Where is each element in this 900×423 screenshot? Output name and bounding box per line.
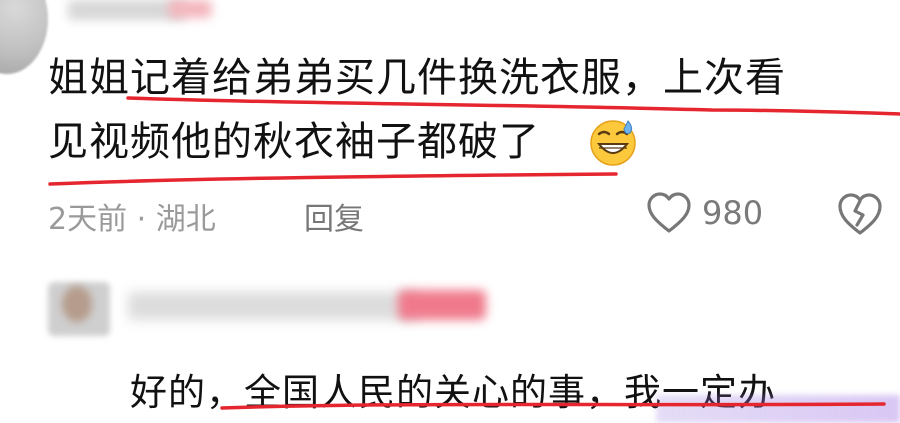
comment-text-line-2: 见视频他的秋衣袖子都破了	[48, 119, 540, 165]
reply-button[interactable]: 回复	[304, 194, 364, 238]
underline-2	[48, 172, 618, 186]
avatar-face	[62, 286, 92, 322]
heart-icon[interactable]	[646, 191, 692, 235]
blurred-user-badge	[168, 0, 212, 18]
comment-meta: 2天前 · 湖北	[48, 202, 216, 237]
blurred-username[interactable]	[128, 292, 418, 320]
watermark	[656, 395, 900, 423]
comment-text-line-1: 姐姐记着给弟弟买几件换洗衣服，上次看	[48, 55, 786, 101]
like-count: 980	[702, 194, 764, 232]
grinning-sweat-emoji-icon	[590, 120, 636, 166]
avatar[interactable]	[0, 0, 48, 74]
blurred-user-badge	[398, 290, 486, 320]
broken-heart-icon[interactable]	[836, 191, 884, 237]
